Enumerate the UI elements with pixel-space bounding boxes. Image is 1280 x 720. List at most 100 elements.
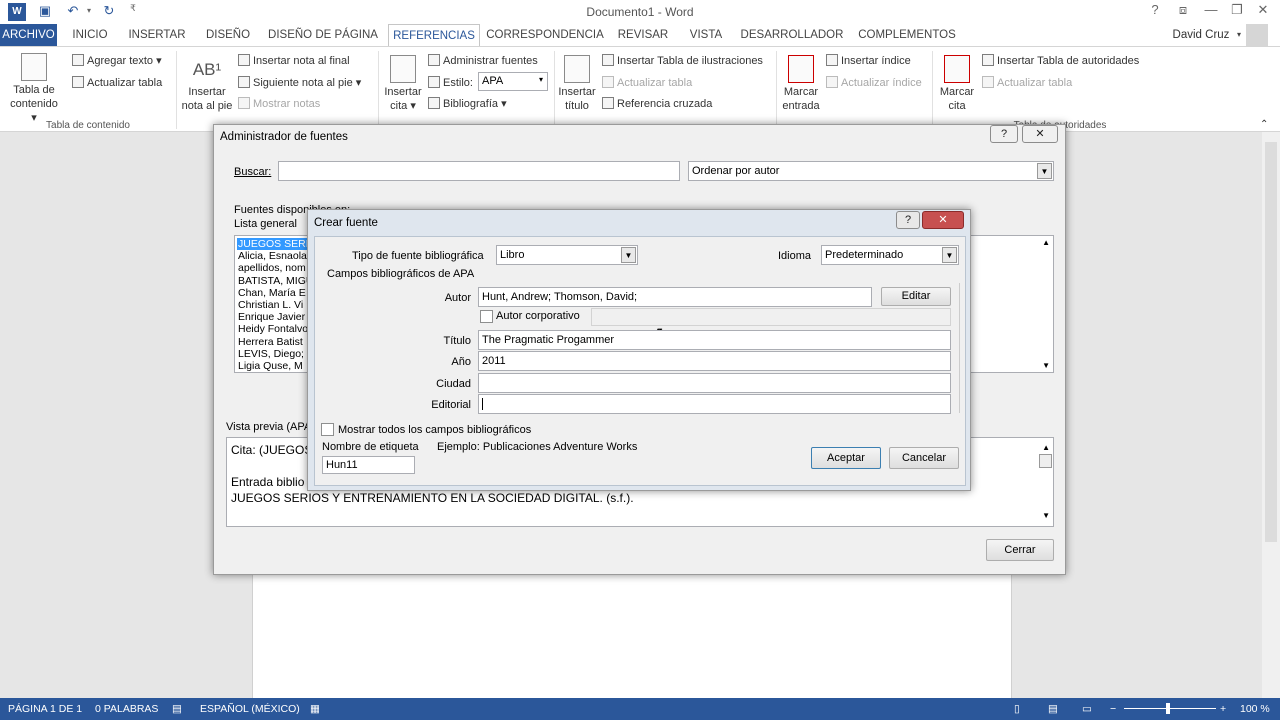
idioma-select[interactable]: Predeterminado ▼: [821, 245, 959, 265]
insertar-indice-button[interactable]: Insertar índice: [826, 54, 911, 67]
avatar[interactable]: [1246, 24, 1268, 46]
ciudad-label: Ciudad: [436, 378, 471, 390]
page-count[interactable]: PÁGINA 1 DE 1: [8, 703, 82, 715]
editorial-input[interactable]: [478, 394, 951, 414]
user-name[interactable]: David Cruz: [1168, 24, 1234, 46]
print-layout-icon[interactable]: ▤: [1048, 703, 1058, 715]
macro-icon[interactable]: ▦: [310, 703, 320, 715]
marcar-cita-button[interactable]: Marcar cita: [936, 55, 978, 113]
zoom-level[interactable]: 100 %: [1240, 703, 1270, 715]
help-icon[interactable]: ?: [990, 125, 1018, 143]
insertar-cita-button[interactable]: Insertar cita ▾: [382, 55, 424, 113]
insertar-nota-pie-button[interactable]: AB¹ Insertar nota al pie: [180, 55, 234, 113]
agregar-texto-button[interactable]: Agregar texto ▾: [72, 54, 162, 67]
proofing-icon[interactable]: ▤: [172, 703, 182, 715]
editar-button[interactable]: Editar: [881, 287, 951, 306]
cerrar-button[interactable]: Cerrar: [986, 539, 1054, 561]
language[interactable]: ESPAÑOL (MÉXICO): [200, 703, 300, 715]
referencia-cruzada-button[interactable]: Referencia cruzada: [602, 97, 712, 110]
update-table-icon: [602, 76, 614, 88]
zoom-out-icon[interactable]: −: [1110, 703, 1116, 715]
insertar-nota-final-button[interactable]: Insertar nota al final: [238, 54, 350, 67]
web-layout-icon[interactable]: ▭: [1082, 703, 1092, 715]
close-icon[interactable]: ✕: [1022, 125, 1058, 143]
insertar-titulo-button[interactable]: Insertar título: [556, 55, 598, 113]
tab-revisar[interactable]: REVISAR: [612, 24, 674, 46]
tabla-contenido-button[interactable]: Tabla de contenido ▾: [6, 53, 62, 125]
mostrar-notas-button[interactable]: Mostrar notas: [238, 97, 320, 110]
update-table-icon: [982, 76, 994, 88]
fields-scrollbar[interactable]: [959, 283, 960, 413]
tab-referencias[interactable]: REFERENCIAS: [388, 24, 480, 47]
autor-input[interactable]: Hunt, Andrew; Thomson, David;: [478, 287, 872, 307]
tab-diseno-pagina[interactable]: DISEÑO DE PÁGINA: [264, 24, 382, 46]
cross-reference-icon: [602, 97, 614, 109]
dialog-title: Crear fuente: [314, 217, 378, 229]
anio-input[interactable]: 2011: [478, 351, 951, 371]
zoom-in-icon[interactable]: +: [1220, 703, 1226, 715]
scrollbar-track[interactable]: [1265, 142, 1277, 542]
tab-insertar[interactable]: INSERTAR: [122, 24, 192, 46]
autor-corporativo-checkbox[interactable]: [480, 310, 493, 323]
siguiente-nota-button[interactable]: Siguiente nota al pie ▾: [238, 76, 361, 89]
insertar-tabla-autoridades-button[interactable]: Insertar Tabla de autoridades: [982, 54, 1139, 67]
cancelar-button[interactable]: Cancelar: [889, 447, 959, 469]
insertar-tabla-ilustraciones-button[interactable]: Insertar Tabla de ilustraciones: [602, 54, 763, 67]
vertical-scrollbar[interactable]: [1262, 132, 1280, 698]
collapse-ribbon-icon[interactable]: ⌃: [1260, 119, 1268, 130]
vista-previa-label: Vista previa (APA):: [226, 421, 318, 433]
window-title: Documento1 - Word: [586, 5, 694, 19]
titulo-input[interactable]: The Pragmatic Progammer: [478, 330, 951, 350]
marcar-entrada-button[interactable]: Marcar entrada: [780, 55, 822, 113]
scroll-thumb[interactable]: [1039, 454, 1052, 468]
tipo-fuente-select[interactable]: Libro ▼: [496, 245, 638, 265]
ciudad-input[interactable]: [478, 373, 951, 393]
bibliografia-button[interactable]: Bibliografía ▾: [428, 97, 507, 110]
tab-complementos[interactable]: COMPLEMENTOS: [852, 24, 962, 46]
tab-desarrollador[interactable]: DESARROLLADOR: [738, 24, 846, 46]
word-count[interactable]: 0 PALABRAS: [95, 703, 158, 715]
scroll-down-icon[interactable]: ▼: [1042, 508, 1050, 524]
ordenar-select[interactable]: Ordenar por autor ▼: [688, 161, 1054, 181]
aceptar-button[interactable]: Aceptar: [811, 447, 881, 469]
actualizar-tabla-ilustraciones-button[interactable]: Actualizar tabla: [602, 76, 692, 89]
autor-corporativo-input[interactable]: [591, 308, 951, 326]
ribbon-display-options-icon[interactable]: ⧈: [1170, 2, 1196, 20]
tab-correspondencia[interactable]: CORRESPONDENCIA: [486, 24, 604, 46]
editorial-label: Editorial: [431, 399, 471, 411]
zoom-slider-thumb[interactable]: [1166, 703, 1170, 714]
estilo-label: Estilo:: [428, 76, 473, 89]
administrar-fuentes-button[interactable]: Administrar fuentes: [428, 54, 538, 67]
minimize-icon[interactable]: —: [1198, 2, 1224, 20]
tab-vista[interactable]: VISTA: [680, 24, 732, 46]
actualizar-tabla-autoridades-button[interactable]: Actualizar tabla: [982, 76, 1072, 89]
tab-inicio[interactable]: INICIO: [62, 24, 118, 46]
read-mode-icon[interactable]: ▯: [1014, 703, 1020, 715]
search-input[interactable]: [278, 161, 680, 181]
tab-archivo[interactable]: ARCHIVO: [0, 24, 57, 46]
close-icon[interactable]: ✕: [922, 211, 964, 229]
zoom-slider[interactable]: [1124, 708, 1216, 709]
nombre-etiqueta-input[interactable]: Hun11: [322, 456, 415, 474]
dialog-title: Administrador de fuentes: [220, 131, 348, 143]
mostrar-todos-checkbox[interactable]: [321, 423, 334, 436]
autor-label: Autor: [444, 292, 471, 304]
lista-general-label: Lista general: [234, 218, 297, 230]
user-dropdown-icon[interactable]: ▾: [1234, 24, 1244, 46]
scroll-down-icon[interactable]: ▼: [1042, 361, 1050, 370]
close-icon[interactable]: ✕: [1250, 2, 1276, 20]
scroll-up-icon[interactable]: ▲: [1042, 238, 1050, 247]
actualizar-indice-button[interactable]: Actualizar índice: [826, 76, 922, 89]
tab-diseno[interactable]: DISEÑO: [196, 24, 260, 46]
actualizar-tabla-button[interactable]: Actualizar tabla: [72, 76, 162, 89]
endnote-icon: [238, 54, 250, 66]
restore-icon[interactable]: ❐: [1224, 2, 1250, 20]
estilo-select[interactable]: APA ▾: [478, 72, 548, 91]
insert-index-icon: [826, 54, 838, 66]
status-bar: PÁGINA 1 DE 1 0 PALABRAS ▤ ESPAÑOL (MÉXI…: [0, 698, 1280, 720]
ribbon-tabs: ARCHIVO INICIO INSERTAR DISEÑO DISEÑO DE…: [0, 24, 1280, 47]
add-text-icon: [72, 54, 84, 66]
ribbon: Tabla de contenido ▾ Agregar texto ▾ Act…: [0, 46, 1280, 132]
help-icon[interactable]: ?: [896, 211, 920, 229]
help-icon[interactable]: ?: [1142, 2, 1168, 20]
